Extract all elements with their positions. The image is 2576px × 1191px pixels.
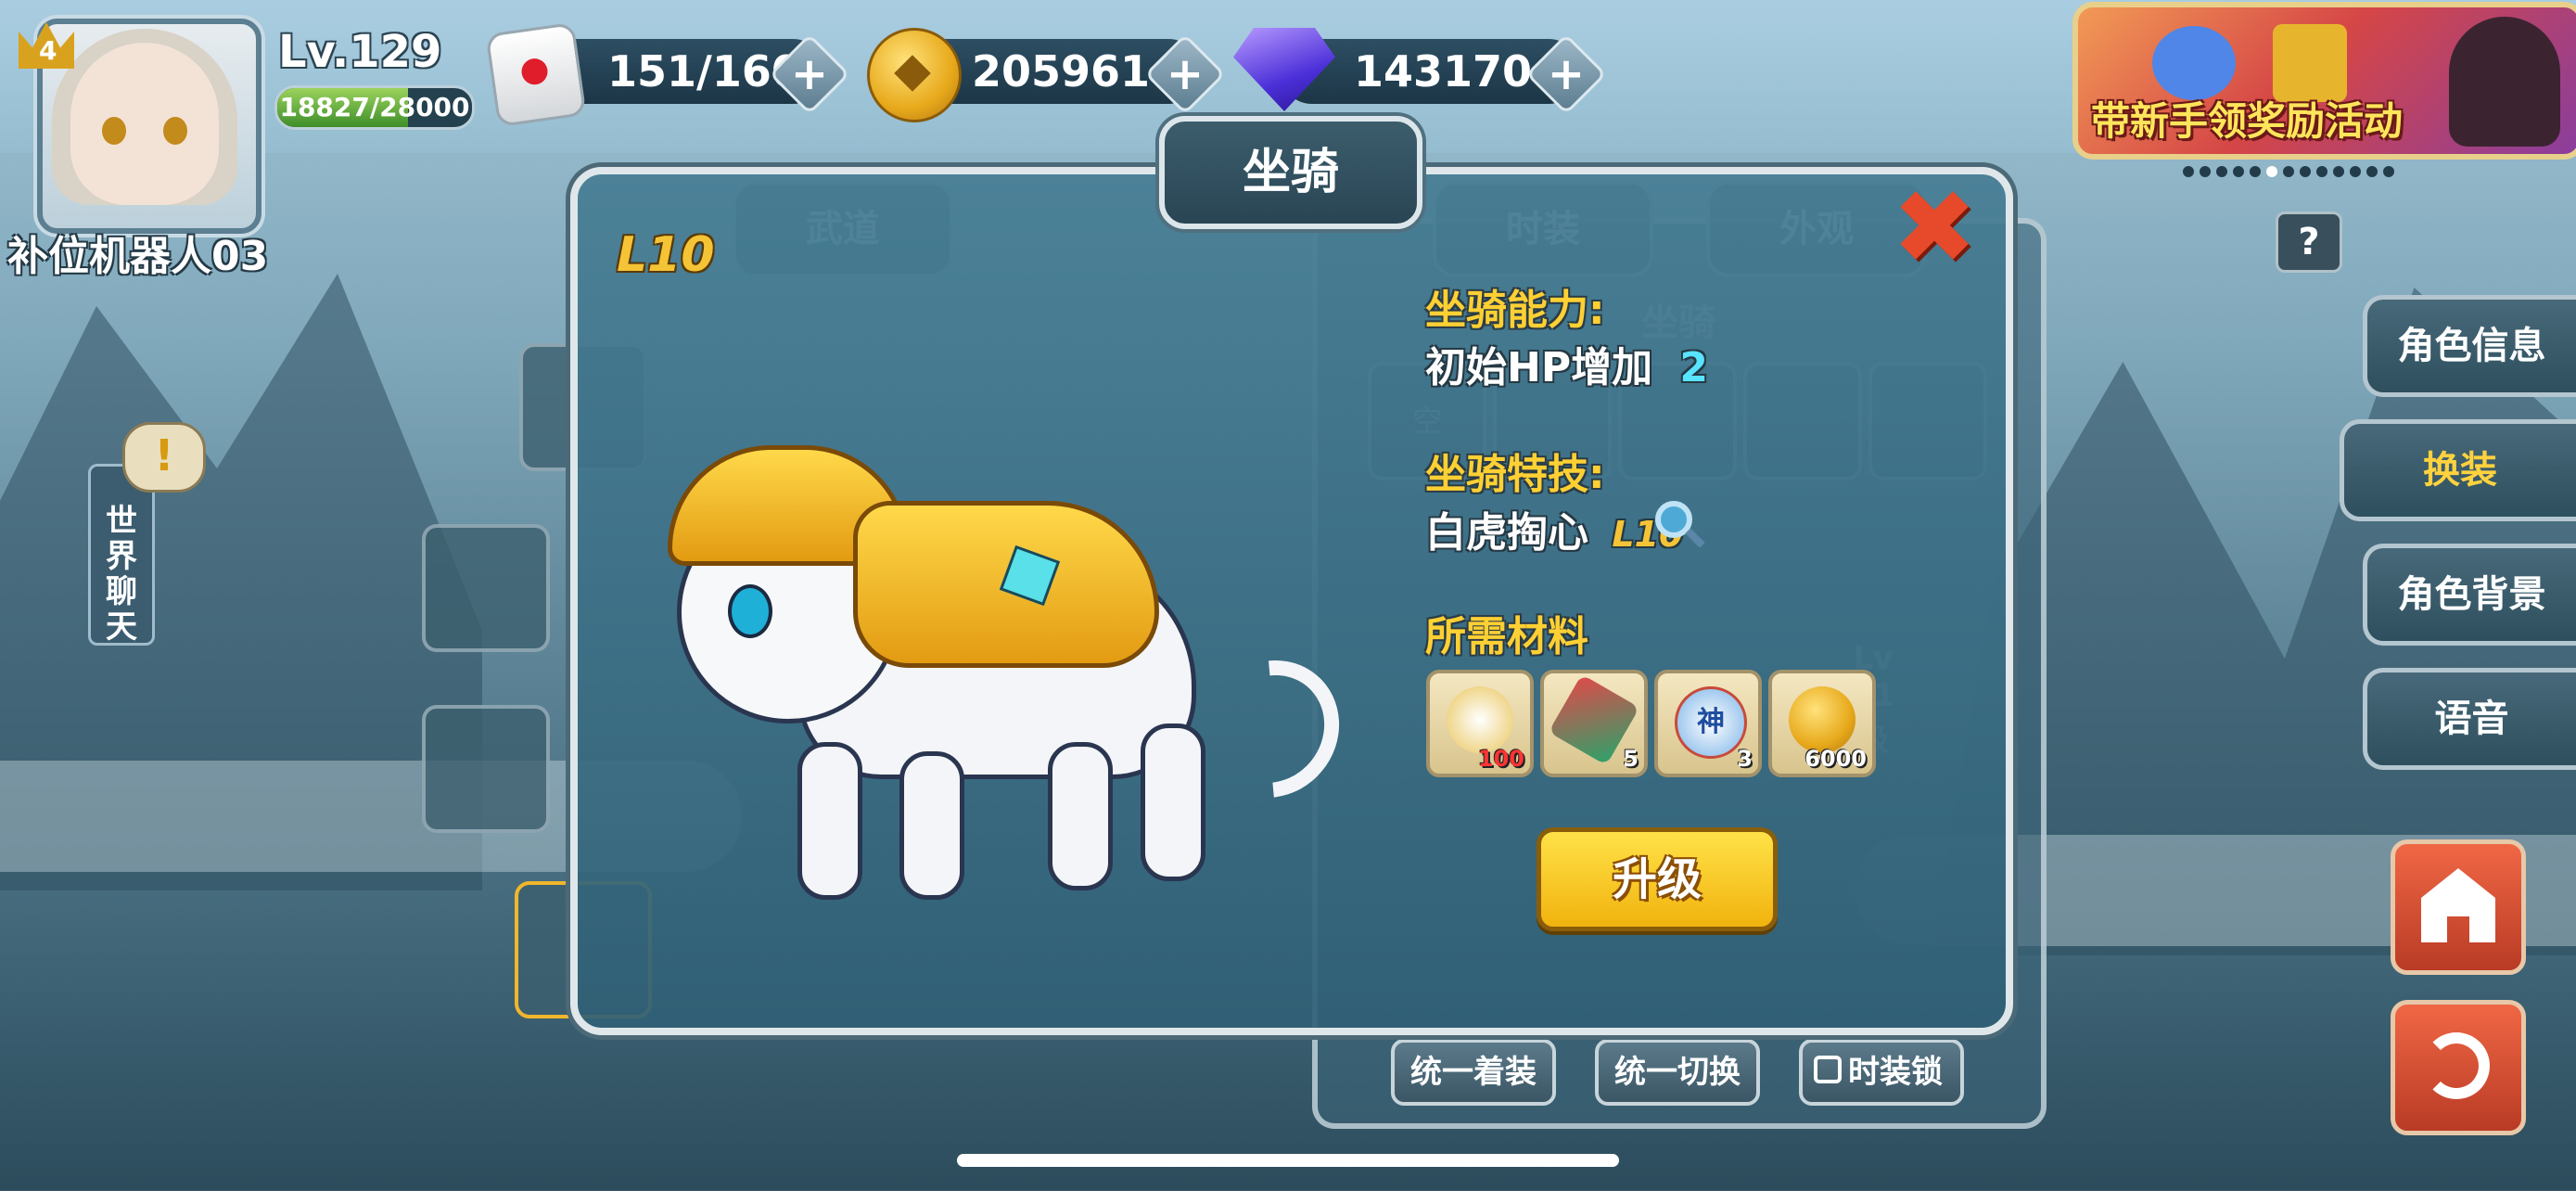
skill-name: 白虎掏心 — [1425, 509, 1588, 557]
page-dot — [2216, 166, 2227, 177]
plus-icon: + — [790, 48, 829, 100]
mount-level-badge: L10 — [617, 227, 715, 283]
god-vase-icon: 神 — [1675, 686, 1747, 759]
material-slot-gold-coin[interactable]: 6000 — [1768, 670, 1876, 777]
avatar-eye — [102, 117, 126, 145]
side-tab-role-info[interactable]: 角色信息 — [2363, 295, 2576, 397]
tiger-eye — [728, 584, 772, 638]
white-tiger-mount — [640, 445, 1368, 928]
material-count: 5 — [1623, 746, 1639, 772]
home-icon — [2421, 868, 2495, 942]
material-slot-white-tiger-fragment[interactable]: 100 — [1426, 670, 1534, 777]
side-tab-label: 角色背景 — [2397, 573, 2546, 616]
side-tab-label: 角色信息 — [2397, 325, 2546, 367]
world-chat-label: 世界聊天 — [106, 503, 137, 646]
page-dot — [2333, 166, 2344, 177]
exp-bar: 18827/28000 — [274, 85, 475, 130]
page-dot — [2350, 166, 2361, 177]
side-tab-role-background[interactable]: 角色背景 — [2363, 544, 2576, 646]
player-level: Lv.129 — [278, 26, 442, 78]
background-character-slot — [422, 705, 550, 833]
lock-icon — [1814, 1056, 1842, 1083]
unify-switch-button[interactable]: 统一切换 — [1595, 1039, 1760, 1106]
material-count: 6000 — [1804, 746, 1867, 772]
banner-text: 带新手领奖励活动 — [2091, 98, 2404, 144]
gold-coin-icon — [1789, 686, 1855, 753]
side-tab-outfit[interactable]: 换装 — [2340, 419, 2576, 521]
tiger-leg — [1141, 724, 1205, 881]
mount-skill-label: 坐骑特技: — [1425, 451, 1605, 498]
modal-title-box: 坐骑 — [1159, 116, 1422, 229]
vip-level: 4 — [39, 35, 57, 66]
page-dot — [2366, 166, 2378, 177]
character-portrait — [2449, 17, 2560, 147]
home-button[interactable] — [2391, 839, 2526, 975]
home-indicator[interactable] — [957, 1154, 1619, 1167]
upgrade-label: 升级 — [1612, 853, 1702, 905]
plus-icon: + — [1547, 48, 1586, 100]
page-dot — [2233, 166, 2244, 177]
mount-skill-line: 白虎掏心 L10 — [1425, 499, 1683, 558]
help-icon: ? — [2298, 221, 2320, 263]
player-name: 补位机器人03 — [7, 233, 269, 280]
unify-dress-button[interactable]: 统一着装 — [1391, 1039, 1556, 1106]
side-tab-voice[interactable]: 语音 — [2363, 668, 2576, 770]
page-dot — [2283, 166, 2294, 177]
modal-title: 坐骑 — [1242, 145, 1339, 200]
gift-icon — [2152, 26, 2236, 100]
material-count: 3 — [1737, 746, 1753, 772]
banner-page-indicator — [2183, 163, 2461, 180]
tiger-leg — [1048, 742, 1113, 890]
page-dot — [2300, 166, 2311, 177]
page-dot — [2316, 166, 2327, 177]
mount-ability-text: 初始HP增加 2 — [1425, 334, 1708, 393]
ability-description: 初始HP增加 — [1425, 344, 1653, 391]
avatar-eye — [163, 117, 187, 145]
vase-symbol: 神 — [1697, 706, 1725, 738]
button-label: 统一着装 — [1410, 1054, 1537, 1091]
event-banner[interactable]: 带新手领奖励活动 — [2072, 2, 2576, 160]
tiger-leg — [899, 751, 964, 900]
page-dot — [2183, 166, 2194, 177]
avatar-face — [70, 43, 219, 205]
mount-ability-label: 坐骑能力: — [1425, 287, 1605, 334]
dice-pip — [519, 57, 550, 86]
background-character-slot — [422, 524, 550, 652]
close-button[interactable]: ✖ — [1892, 176, 1977, 278]
plus-icon: + — [1166, 48, 1205, 100]
back-arrow-icon — [2423, 1032, 2490, 1099]
button-label: 统一切换 — [1614, 1054, 1741, 1091]
help-button[interactable]: ? — [2276, 211, 2342, 273]
page-dot — [2250, 166, 2261, 177]
diamond-value: 143170 — [1354, 46, 1533, 96]
tiger-leg — [797, 742, 862, 900]
material-slot-god-vase[interactable]: 神 3 — [1654, 670, 1762, 777]
upgrade-button[interactable]: 升级 — [1537, 827, 1778, 931]
fashion-lock-button[interactable]: 时装锁 — [1799, 1039, 1964, 1106]
magnifier-icon[interactable] — [1655, 501, 1705, 548]
chat-alert-bubble: ! — [122, 422, 206, 493]
ability-value: 2 — [1679, 344, 1709, 391]
material-count: 100 — [1477, 746, 1524, 772]
page-dot-active — [2266, 166, 2277, 177]
side-tab-label: 语音 — [2434, 698, 2509, 740]
page-dot — [2383, 166, 2394, 177]
dice-icon — [485, 21, 587, 128]
white-tiger-fragment-icon — [1447, 686, 1513, 753]
close-icon: ✖ — [1892, 168, 1978, 287]
exp-text: 18827/28000 — [279, 92, 470, 122]
materials-label: 所需材料 — [1425, 613, 1588, 660]
coin-hole — [894, 55, 931, 92]
alert-icon: ! — [154, 430, 174, 480]
page-dot — [2200, 166, 2211, 177]
material-slot-feather-fan[interactable]: 5 — [1540, 670, 1648, 777]
gold-coin-icon — [867, 28, 962, 122]
back-button[interactable] — [2391, 1000, 2526, 1135]
side-tab-label: 换装 — [2423, 449, 2497, 492]
